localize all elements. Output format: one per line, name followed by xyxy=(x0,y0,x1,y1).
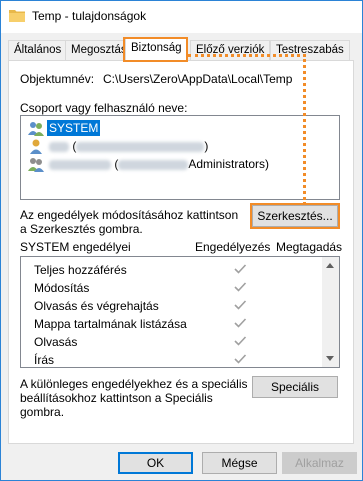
permissions-list[interactable]: Teljes hozzáférés Módosítás Olvasás és v… xyxy=(20,256,340,368)
permissions-header: SYSTEM engedélyei xyxy=(20,240,131,254)
tab-customize[interactable]: Testreszabás xyxy=(270,40,350,60)
check-icon xyxy=(234,336,247,346)
edit-button[interactable]: Szerkesztés... xyxy=(252,205,338,227)
users-list[interactable]: SYSTEM () (Administrators) xyxy=(20,115,340,200)
tab-security[interactable]: Biztonság xyxy=(125,38,188,61)
user-name: () xyxy=(47,138,210,154)
user-group-icon xyxy=(28,158,44,172)
object-name-value: C:\Users\Zero\AppData\Local\Temp xyxy=(103,72,293,86)
callout-connector-horizontal xyxy=(188,54,306,57)
check-icon xyxy=(234,354,247,364)
user-row-redacted-2[interactable]: (Administrators) xyxy=(23,156,337,173)
tab-general[interactable]: Általános xyxy=(8,40,68,60)
edit-hint: Az engedélyek módosításához kattintson a… xyxy=(20,208,239,236)
redacted-name xyxy=(76,141,205,152)
scroll-up-arrow-icon[interactable] xyxy=(326,263,334,268)
user-row-system[interactable]: SYSTEM xyxy=(23,120,337,137)
user-name: (Administrators) xyxy=(47,156,271,172)
permission-name: Teljes hozzáférés xyxy=(34,263,127,277)
check-icon xyxy=(234,300,247,310)
permission-name: Olvasás xyxy=(34,335,78,349)
ok-button[interactable]: OK xyxy=(118,452,193,474)
allow-column-header: Engedélyezés xyxy=(195,240,271,254)
check-icon xyxy=(234,318,247,328)
redacted-name xyxy=(118,159,189,170)
check-icon xyxy=(234,264,247,274)
window-title: Temp - tulajdonságok xyxy=(32,9,147,23)
user-group-icon xyxy=(28,122,44,136)
callout-connector-vertical xyxy=(303,54,306,205)
permission-name: Olvasás és végrehajtás xyxy=(34,299,159,313)
user-icon xyxy=(30,139,42,154)
cancel-button[interactable]: Mégse xyxy=(202,452,277,474)
user-row-redacted-1[interactable]: () xyxy=(23,138,337,155)
permission-row: Írás xyxy=(21,351,323,367)
tab-previous-versions[interactable]: Előző verziók xyxy=(190,40,271,60)
permission-row: Olvasás xyxy=(21,333,323,351)
redacted-name xyxy=(49,141,69,152)
permission-row: Olvasás és végrehajtás xyxy=(21,297,323,315)
groups-label: Csoport vagy felhasználó neve: xyxy=(20,101,188,115)
permission-name: Írás xyxy=(34,353,55,367)
deny-column-header: Megtagadás xyxy=(276,240,343,254)
permission-name: Módosítás xyxy=(34,281,90,295)
title-bar[interactable]: Temp - tulajdonságok xyxy=(1,1,362,33)
permission-name: Mappa tartalmának listázása xyxy=(34,317,187,331)
check-icon xyxy=(234,282,247,292)
tab-sharing[interactable]: Megosztás xyxy=(65,40,133,60)
permissions-scrollbar[interactable] xyxy=(322,257,339,367)
permission-row: Módosítás xyxy=(21,279,323,297)
permission-row: Teljes hozzáférés xyxy=(21,261,323,279)
advanced-button[interactable]: Speciális xyxy=(252,376,338,398)
scroll-down-arrow-icon[interactable] xyxy=(326,356,334,361)
user-name: SYSTEM xyxy=(47,120,101,136)
folder-icon xyxy=(9,10,25,22)
object-name-label: Objektumnév: xyxy=(20,72,95,86)
permission-row: Mappa tartalmának listázása xyxy=(21,315,323,333)
apply-button[interactable]: Alkalmaz xyxy=(282,452,357,474)
redacted-name xyxy=(49,159,111,170)
special-hint: A különleges engedélyekhez és a speciáli… xyxy=(20,377,248,419)
